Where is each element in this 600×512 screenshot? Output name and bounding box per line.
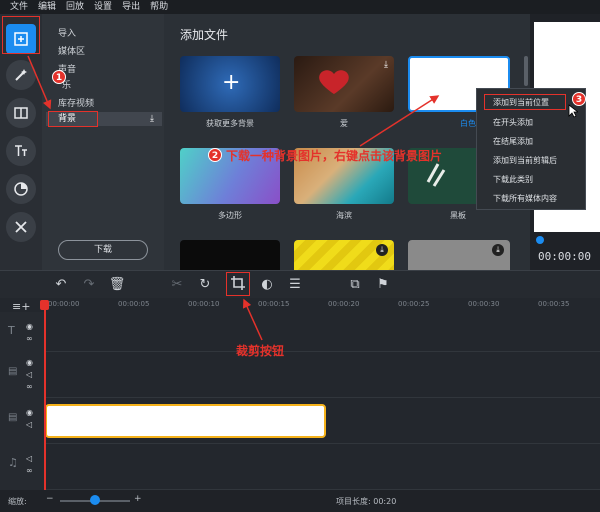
annotation-arrows — [27, 55, 440, 341]
step-badge-1: 1 — [52, 70, 66, 84]
annotation-crop-text: 裁剪按钮 — [236, 344, 285, 358]
step-badge-2: 2 — [208, 148, 222, 162]
step-badge-3: 3 — [572, 92, 586, 106]
annotation-step2-text: 下载一种背景图片，右键点击该背景图片 — [226, 149, 443, 163]
